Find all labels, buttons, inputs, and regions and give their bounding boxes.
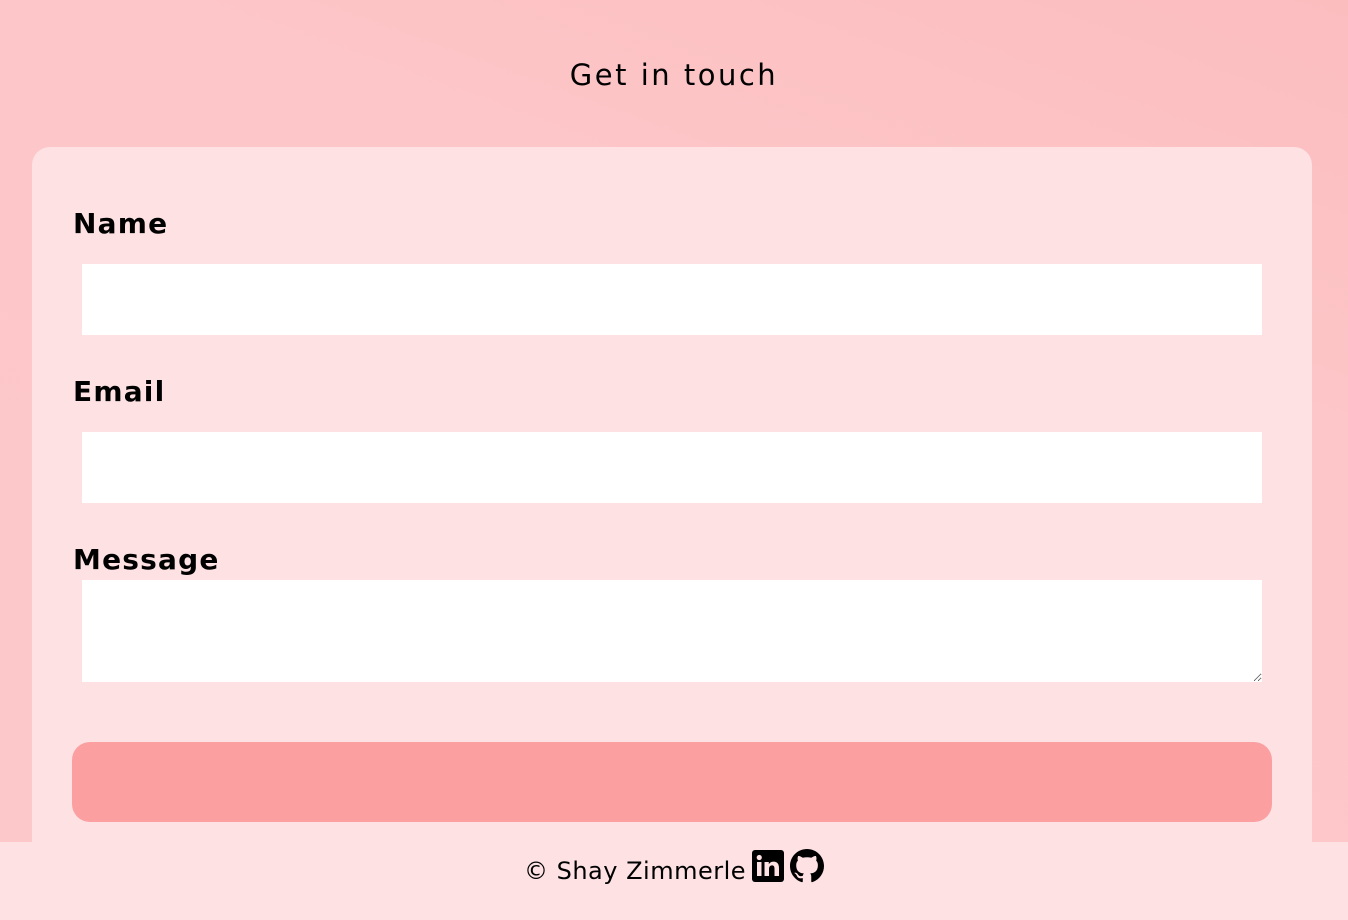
github-icon-graphic <box>790 849 825 883</box>
email-input[interactable] <box>82 432 1262 503</box>
name-label: Name <box>73 207 169 240</box>
linkedin-icon[interactable] <box>752 850 785 882</box>
contact-form: Name Email Message <box>32 147 1312 867</box>
footer: © Shay Zimmerle <box>0 842 1348 920</box>
copyright-text: © Shay Zimmerle <box>523 857 747 885</box>
page-title: Get in touch <box>569 58 779 92</box>
message-input[interactable] <box>82 580 1262 682</box>
name-input[interactable] <box>82 264 1262 335</box>
github-icon[interactable] <box>790 849 825 883</box>
submit-button[interactable] <box>72 742 1272 822</box>
footer-content: © Shay Zimmerle <box>0 842 1348 888</box>
email-label: Email <box>73 375 166 408</box>
linkedin-icon-graphic <box>752 850 785 882</box>
message-label: Message <box>73 543 220 576</box>
